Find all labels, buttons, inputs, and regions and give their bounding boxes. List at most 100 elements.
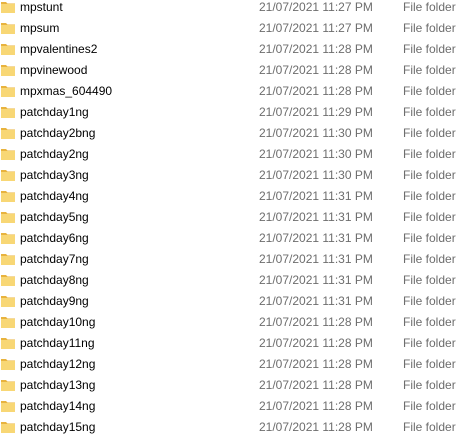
date-modified: 21/07/2021 11:28 PM xyxy=(259,42,373,56)
file-type: File folder xyxy=(403,189,456,203)
file-type: File folder xyxy=(403,126,456,140)
file-type: File folder xyxy=(403,294,456,308)
date-modified: 21/07/2021 11:27 PM xyxy=(259,0,373,14)
file-row-patchday2ng[interactable]: patchday2ng 21/07/2021 11:30 PM File fol… xyxy=(0,144,458,165)
folder-icon xyxy=(1,85,15,97)
folder-icon xyxy=(1,190,15,202)
file-name: patchday11ng xyxy=(20,336,95,350)
file-name: patchday9ng xyxy=(20,294,89,308)
folder-icon xyxy=(1,211,15,223)
folder-icon xyxy=(1,127,15,139)
folder-icon xyxy=(1,358,15,370)
file-name: patchday15ng xyxy=(20,420,96,434)
folder-icon xyxy=(1,295,15,307)
file-row-mpsum[interactable]: mpsum 21/07/2021 11:27 PM File folder xyxy=(0,18,458,39)
date-modified: 21/07/2021 11:30 PM xyxy=(259,126,373,140)
file-name: patchday7ng xyxy=(20,252,89,266)
date-modified: 21/07/2021 11:31 PM xyxy=(259,294,373,308)
date-modified: 21/07/2021 11:28 PM xyxy=(259,357,373,371)
date-modified: 21/07/2021 11:27 PM xyxy=(259,21,373,35)
file-name: mpstunt xyxy=(20,0,63,14)
folder-icon xyxy=(1,43,15,55)
file-type: File folder xyxy=(403,105,456,119)
file-row-patchday10ng[interactable]: patchday10ng 21/07/2021 11:28 PM File fo… xyxy=(0,312,458,333)
date-modified: 21/07/2021 11:28 PM xyxy=(259,315,373,329)
file-row-patchday8ng[interactable]: patchday8ng 21/07/2021 11:31 PM File fol… xyxy=(0,270,458,291)
file-type: File folder xyxy=(403,42,456,56)
file-type: File folder xyxy=(403,273,456,287)
date-modified: 21/07/2021 11:28 PM xyxy=(259,378,373,392)
file-name: mpsum xyxy=(20,21,60,35)
date-modified: 21/07/2021 11:30 PM xyxy=(259,147,373,161)
file-row-patchday6ng[interactable]: patchday6ng 21/07/2021 11:31 PM File fol… xyxy=(0,228,458,249)
file-type: File folder xyxy=(403,21,456,35)
date-modified: 21/07/2021 11:31 PM xyxy=(259,252,373,266)
folder-icon xyxy=(1,337,15,349)
folder-icon xyxy=(1,400,15,412)
file-name: patchday2bng xyxy=(20,126,96,140)
folder-icon xyxy=(1,22,15,34)
file-row-mpxmas_604490[interactable]: mpxmas_604490 21/07/2021 11:28 PM File f… xyxy=(0,81,458,102)
folder-icon xyxy=(1,106,15,118)
file-name: mpxmas_604490 xyxy=(20,84,113,98)
date-modified: 21/07/2021 11:28 PM xyxy=(259,399,373,413)
date-modified: 21/07/2021 11:28 PM xyxy=(259,84,373,98)
folder-icon xyxy=(1,64,15,76)
file-name: patchday14ng xyxy=(20,399,96,413)
file-name: patchday5ng xyxy=(20,210,89,224)
file-row-patchday3ng[interactable]: patchday3ng 21/07/2021 11:30 PM File fol… xyxy=(0,165,458,186)
file-type: File folder xyxy=(403,168,456,182)
file-name: patchday6ng xyxy=(20,231,89,245)
file-name: patchday4ng xyxy=(20,189,89,203)
file-row-patchday13ng[interactable]: patchday13ng 21/07/2021 11:28 PM File fo… xyxy=(0,375,458,396)
file-name: mpvalentines2 xyxy=(20,42,98,56)
date-modified: 21/07/2021 11:31 PM xyxy=(259,273,373,287)
file-row-patchday11ng[interactable]: patchday11ng 21/07/2021 11:28 PM File fo… xyxy=(0,333,458,354)
folder-icon xyxy=(1,274,15,286)
file-row-patchday2bng[interactable]: patchday2bng 21/07/2021 11:30 PM File fo… xyxy=(0,123,458,144)
folder-icon xyxy=(1,421,15,433)
date-modified: 21/07/2021 11:28 PM xyxy=(259,336,373,350)
file-name: patchday13ng xyxy=(20,378,96,392)
date-modified: 21/07/2021 11:29 PM xyxy=(259,105,373,119)
file-name: patchday10ng xyxy=(20,315,96,329)
file-type: File folder xyxy=(403,336,456,350)
date-modified: 21/07/2021 11:30 PM xyxy=(259,168,373,182)
file-type: File folder xyxy=(403,252,456,266)
date-modified: 21/07/2021 11:31 PM xyxy=(259,231,373,245)
file-row-patchday12ng[interactable]: patchday12ng 21/07/2021 11:28 PM File fo… xyxy=(0,354,458,375)
folder-icon xyxy=(1,316,15,328)
date-modified: 21/07/2021 11:31 PM xyxy=(259,210,373,224)
file-type: File folder xyxy=(403,63,456,77)
file-row-patchday14ng[interactable]: patchday14ng 21/07/2021 11:28 PM File fo… xyxy=(0,396,458,417)
file-row-patchday5ng[interactable]: patchday5ng 21/07/2021 11:31 PM File fol… xyxy=(0,207,458,228)
folder-icon xyxy=(1,232,15,244)
file-row-mpvalentines2[interactable]: mpvalentines2 21/07/2021 11:28 PM File f… xyxy=(0,39,458,60)
file-type: File folder xyxy=(403,84,456,98)
date-modified: 21/07/2021 11:28 PM xyxy=(259,63,373,77)
file-list: mpstunt 21/07/2021 11:27 PM File folder … xyxy=(0,0,458,438)
folder-icon xyxy=(1,253,15,265)
file-type: File folder xyxy=(403,315,456,329)
folder-icon xyxy=(1,148,15,160)
file-row-patchday15ng[interactable]: patchday15ng 21/07/2021 11:28 PM File fo… xyxy=(0,417,458,438)
file-row-patchday1ng[interactable]: patchday1ng 21/07/2021 11:29 PM File fol… xyxy=(0,102,458,123)
file-type: File folder xyxy=(403,357,456,371)
file-type: File folder xyxy=(403,231,456,245)
file-name: patchday3ng xyxy=(20,168,89,182)
file-type: File folder xyxy=(403,378,456,392)
folder-icon xyxy=(1,169,15,181)
file-row-patchday4ng[interactable]: patchday4ng 21/07/2021 11:31 PM File fol… xyxy=(0,186,458,207)
file-type: File folder xyxy=(403,399,456,413)
file-name: patchday8ng xyxy=(20,273,89,287)
file-type: File folder xyxy=(403,147,456,161)
file-name: patchday2ng xyxy=(20,147,89,161)
date-modified: 21/07/2021 11:28 PM xyxy=(259,420,373,434)
file-row-patchday9ng[interactable]: patchday9ng 21/07/2021 11:31 PM File fol… xyxy=(0,291,458,312)
folder-icon xyxy=(1,1,15,13)
file-row-mpvinewood[interactable]: mpvinewood 21/07/2021 11:28 PM File fold… xyxy=(0,60,458,81)
file-row-patchday7ng[interactable]: patchday7ng 21/07/2021 11:31 PM File fol… xyxy=(0,249,458,270)
file-row-mpstunt[interactable]: mpstunt 21/07/2021 11:27 PM File folder xyxy=(0,0,458,18)
file-type: File folder xyxy=(403,420,456,434)
file-type: File folder xyxy=(403,210,456,224)
